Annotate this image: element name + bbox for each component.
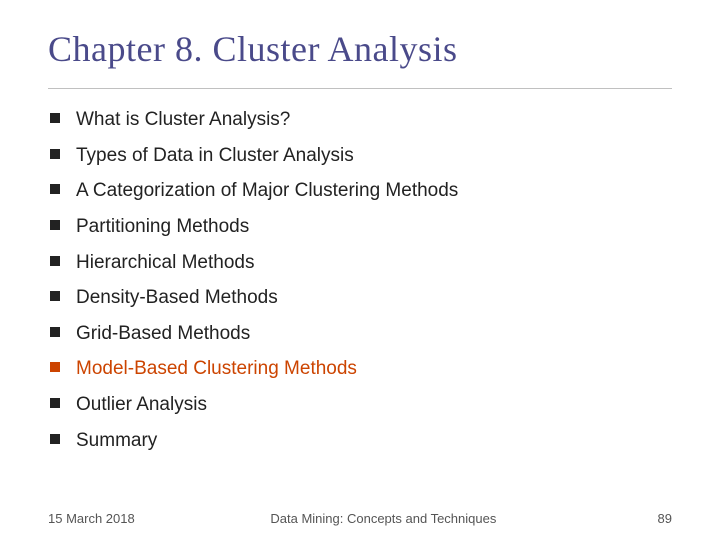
bullet-item-8: Model-Based Clustering Methods — [48, 356, 672, 382]
bullet-icon-6 — [48, 289, 66, 303]
footer-page: 89 — [632, 511, 672, 526]
bullet-text-10: Summary — [76, 428, 672, 454]
content-area: What is Cluster Analysis? Types of Data i… — [0, 89, 720, 473]
bullet-icon-5 — [48, 254, 66, 268]
bullet-item-6: Density-Based Methods — [48, 285, 672, 311]
slide-footer: 15 March 2018 Data Mining: Concepts and … — [0, 511, 720, 526]
bullet-item-2: Types of Data in Cluster Analysis — [48, 143, 672, 169]
bullet-icon-3 — [48, 182, 66, 196]
slide-title: Chapter 8. Cluster Analysis — [48, 28, 672, 70]
bullet-text-3: A Categorization of Major Clustering Met… — [76, 178, 672, 204]
bullet-item-9: Outlier Analysis — [48, 392, 672, 418]
footer-title: Data Mining: Concepts and Techniques — [135, 511, 632, 526]
bullet-text-4: Partitioning Methods — [76, 214, 672, 240]
bullet-item-4: Partitioning Methods — [48, 214, 672, 240]
bullet-text-9: Outlier Analysis — [76, 392, 672, 418]
bullet-text-1: What is Cluster Analysis? — [76, 107, 672, 133]
bullet-icon-10 — [48, 432, 66, 446]
bullet-item-1: What is Cluster Analysis? — [48, 107, 672, 133]
bullet-text-2: Types of Data in Cluster Analysis — [76, 143, 672, 169]
bullet-icon-2 — [48, 147, 66, 161]
bullet-icon-1 — [48, 111, 66, 125]
bullet-text-6: Density-Based Methods — [76, 285, 672, 311]
bullet-item-3: A Categorization of Major Clustering Met… — [48, 178, 672, 204]
bullet-icon-9 — [48, 396, 66, 410]
bullet-icon-4 — [48, 218, 66, 232]
bullet-text-7: Grid-Based Methods — [76, 321, 672, 347]
title-area: Chapter 8. Cluster Analysis — [0, 0, 720, 80]
bullet-item-7: Grid-Based Methods — [48, 321, 672, 347]
bullet-icon-7 — [48, 325, 66, 339]
bullet-item-10: Summary — [48, 428, 672, 454]
footer-date: 15 March 2018 — [48, 511, 135, 526]
bullet-icon-8 — [48, 360, 66, 374]
slide: Chapter 8. Cluster Analysis What is Clus… — [0, 0, 720, 540]
bullet-list: What is Cluster Analysis? Types of Data i… — [48, 107, 672, 453]
bullet-text-8: Model-Based Clustering Methods — [76, 356, 672, 382]
bullet-item-5: Hierarchical Methods — [48, 250, 672, 276]
bullet-text-5: Hierarchical Methods — [76, 250, 672, 276]
